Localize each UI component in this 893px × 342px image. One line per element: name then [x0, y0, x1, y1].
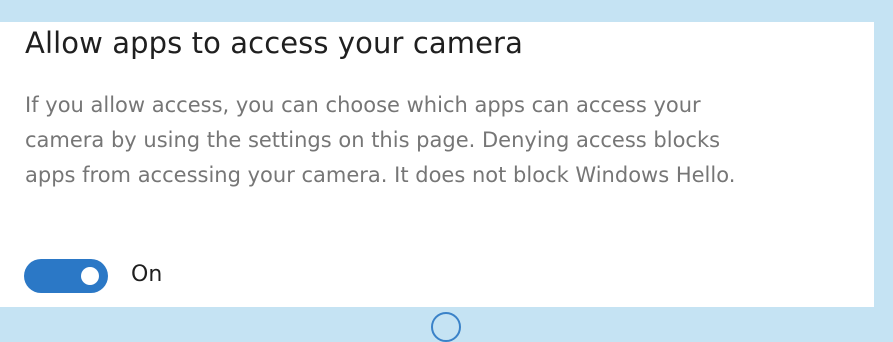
description-line: apps from accessing your camera. It does… — [25, 163, 736, 187]
camera-access-toggle[interactable] — [24, 259, 108, 293]
camera-access-panel: Allow apps to access your camera If you … — [0, 22, 874, 307]
description-line: camera by using the settings on this pag… — [25, 128, 721, 152]
section-description: If you allow access, you can choose whic… — [25, 88, 870, 193]
toggle-state-label: On — [131, 262, 163, 287]
section-title: Allow apps to access your camera — [25, 26, 523, 60]
toggle-knob — [81, 267, 99, 285]
description-line: If you allow access, you can choose whic… — [25, 93, 701, 117]
circle-icon — [431, 312, 461, 342]
